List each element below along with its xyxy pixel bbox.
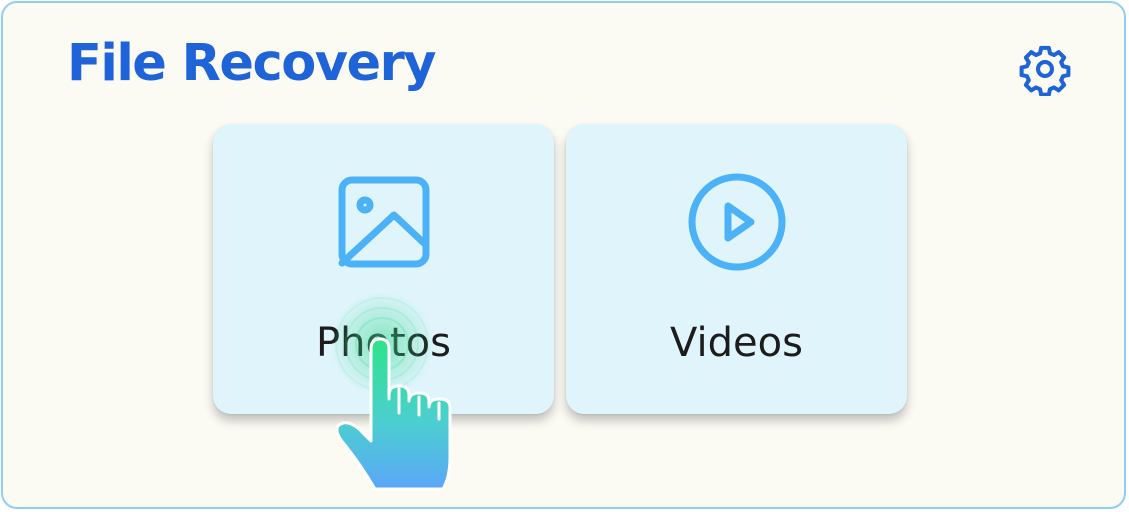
photos-option-card[interactable]: Photos [213,124,554,414]
gear-icon [1019,45,1071,96]
play-circle-icon [688,173,785,271]
settings-button[interactable] [1017,41,1073,97]
page-title: File Recovery [67,34,437,93]
videos-label: Videos [670,320,803,366]
videos-option-card[interactable]: Videos [566,124,907,414]
photos-label: Photos [316,320,451,366]
file-recovery-panel: File Recovery Photos Videos [1,1,1126,509]
image-icon [338,176,429,268]
